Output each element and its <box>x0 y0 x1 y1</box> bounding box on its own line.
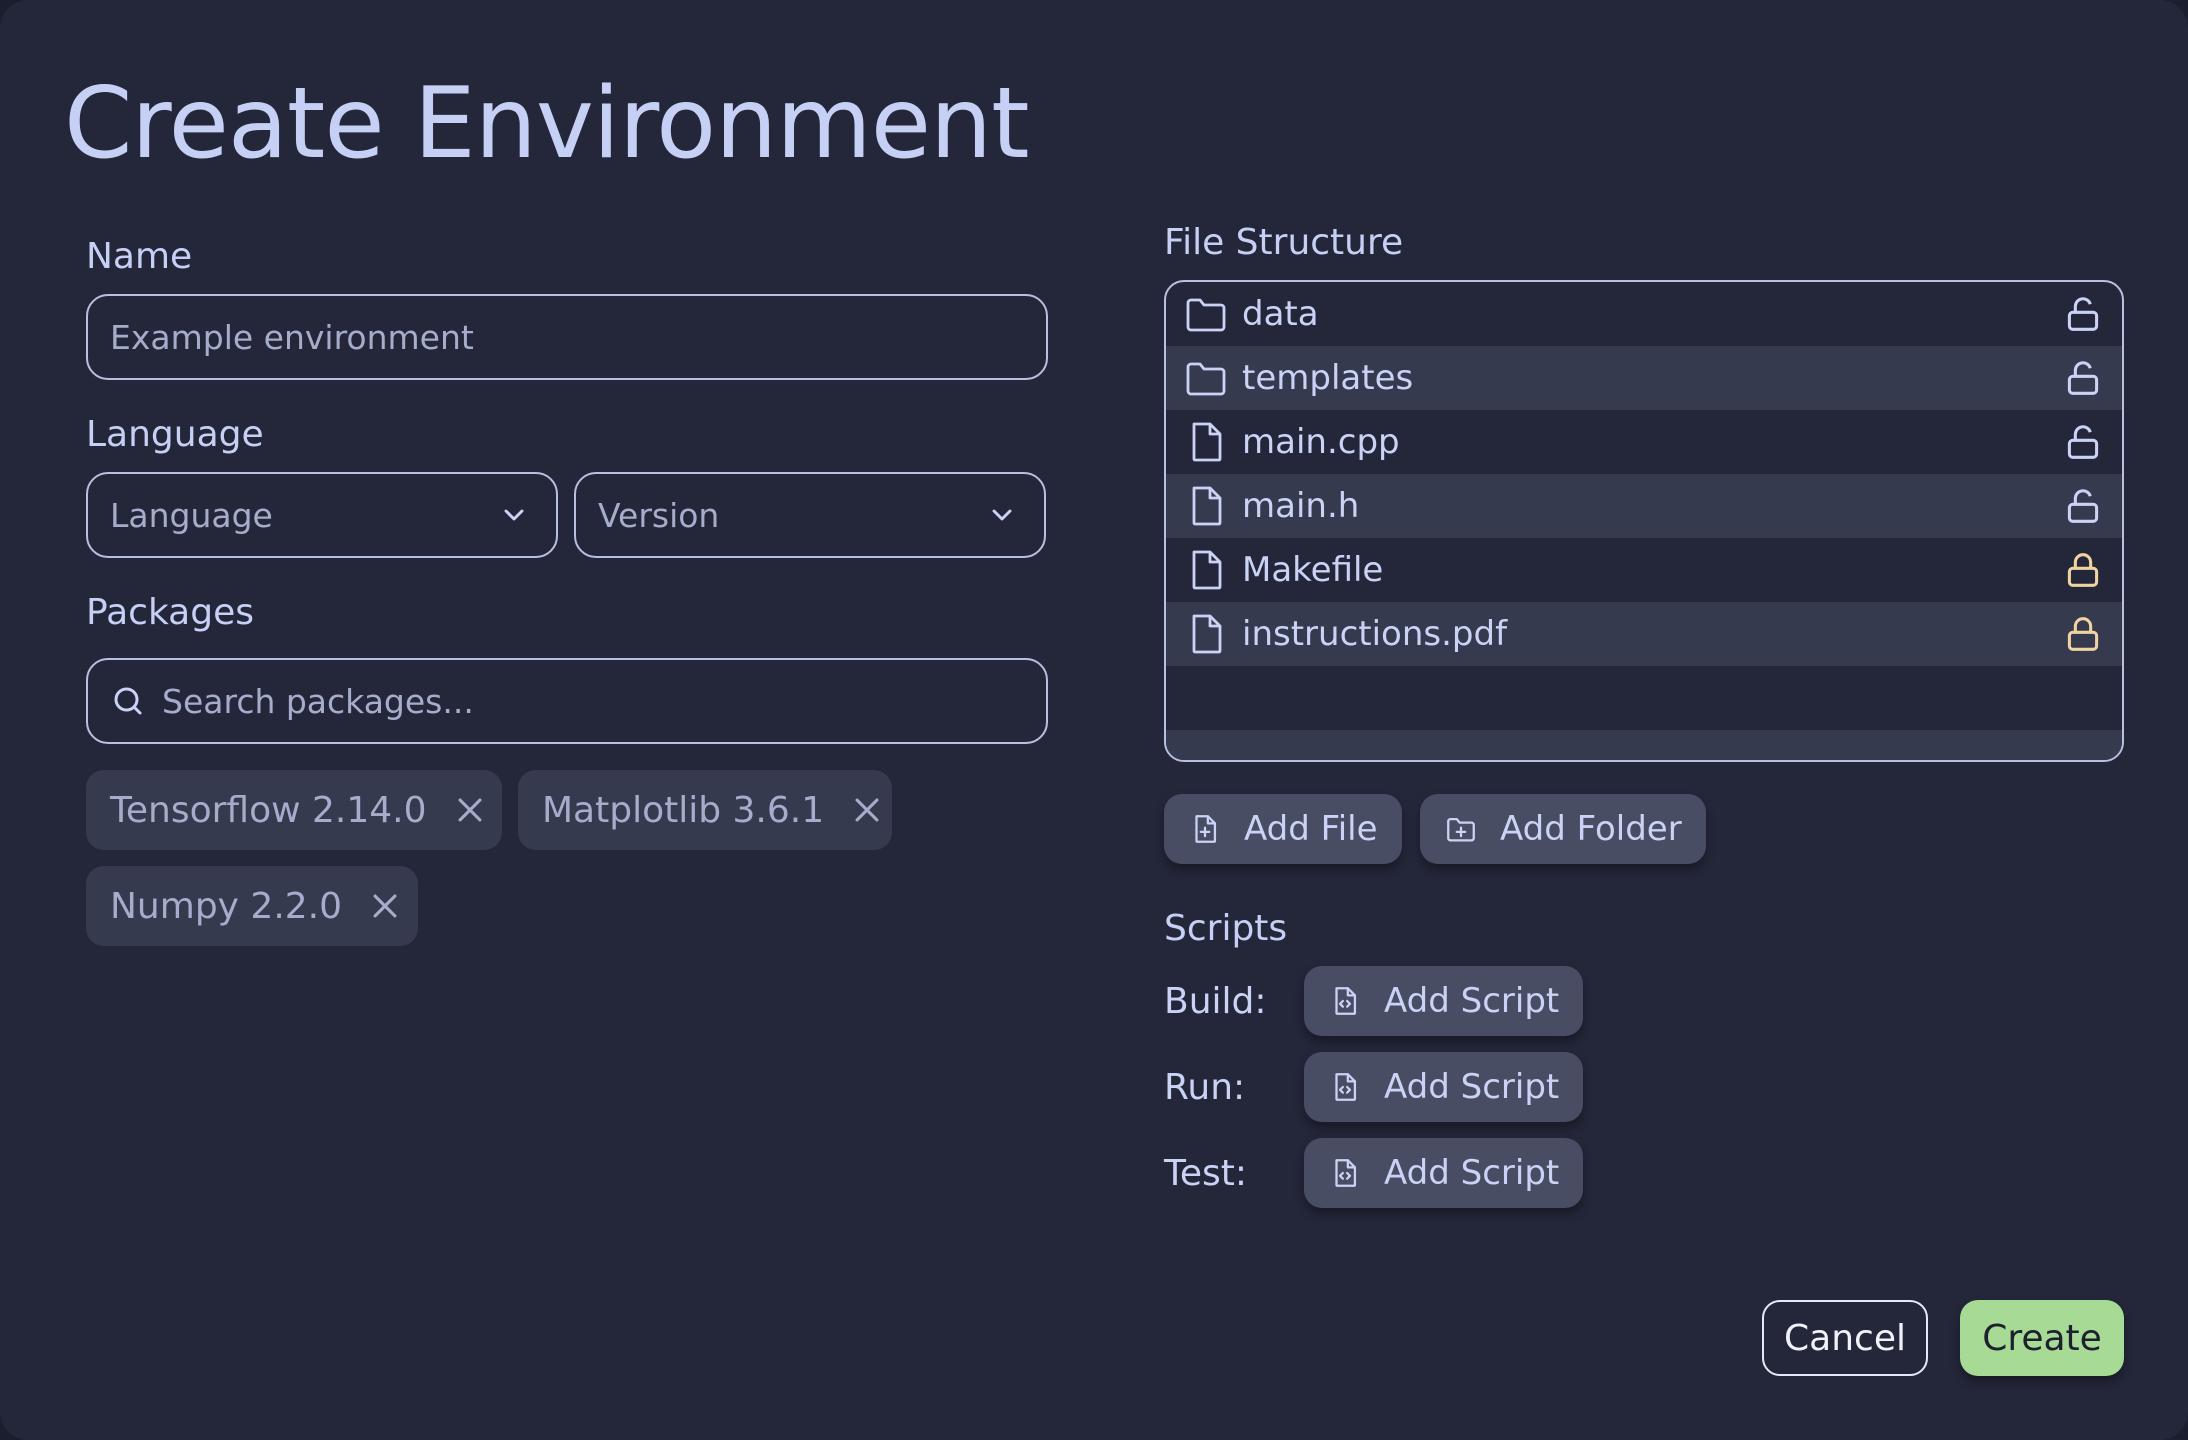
add-script-label: Add Script <box>1384 981 1560 1021</box>
file-code-icon <box>1335 987 1357 1015</box>
add-folder-label: Add Folder <box>1500 809 1682 849</box>
file-icon <box>1192 614 1222 654</box>
file-icon <box>1192 550 1222 590</box>
close-icon[interactable] <box>368 889 402 923</box>
add-script-label: Add Script <box>1384 1153 1560 1193</box>
packages-search-field[interactable] <box>86 658 1048 744</box>
file-tree-item-name: instructions.pdf <box>1242 614 1508 654</box>
language-select[interactable]: Language <box>86 472 558 558</box>
folder-icon <box>1186 298 1226 332</box>
file-tree-row[interactable]: templates <box>1166 346 2122 410</box>
name-input[interactable] <box>110 317 1024 357</box>
unlock-icon[interactable] <box>2066 295 2100 333</box>
dialog-title: Create Environment <box>64 67 1030 181</box>
file-tree-empty-row <box>1166 730 2122 760</box>
cancel-button[interactable]: Cancel <box>1762 1300 1928 1376</box>
lock-icon[interactable] <box>2066 615 2100 653</box>
package-chip: Tensorflow 2.14.0 <box>86 770 502 850</box>
file-code-icon <box>1335 1073 1357 1101</box>
script-row-label: Run: <box>1164 1067 1246 1108</box>
unlock-icon[interactable] <box>2066 359 2100 397</box>
chevron-down-icon <box>992 509 1012 521</box>
package-chip-label: Matplotlib 3.6.1 <box>542 789 825 831</box>
file-tree-empty-row <box>1166 666 2122 730</box>
file-structure-label: File Structure <box>1164 222 1404 263</box>
file-tree-item-name: main.h <box>1242 486 1360 526</box>
file-tree-item-name: main.cpp <box>1242 422 1400 462</box>
file-tree-row[interactable]: instructions.pdf <box>1166 602 2122 666</box>
package-chip-label: Tensorflow 2.14.0 <box>110 789 427 831</box>
file-tree-row[interactable]: Makefile <box>1166 538 2122 602</box>
file-tree-row[interactable]: main.cpp <box>1166 410 2122 474</box>
version-select-value: Version <box>598 495 720 535</box>
file-icon <box>1192 486 1222 526</box>
add-build-script-button[interactable]: Add Script <box>1304 966 1584 1036</box>
close-icon[interactable] <box>453 793 487 827</box>
file-plus-icon <box>1195 815 1217 843</box>
name-field[interactable] <box>86 294 1048 380</box>
file-tree-item-name: Makefile <box>1242 550 1384 590</box>
package-chip-label: Numpy 2.2.0 <box>110 885 343 927</box>
package-chip: Numpy 2.2.0 <box>86 866 418 946</box>
file-tree-item-name: data <box>1242 294 1319 334</box>
file-tree: data templates main.cpp main.h Makefile … <box>1164 280 2124 762</box>
unlock-icon[interactable] <box>2066 487 2100 525</box>
add-run-script-button[interactable]: Add Script <box>1304 1052 1584 1122</box>
language-select-value: Language <box>110 495 273 535</box>
file-code-icon <box>1335 1159 1357 1187</box>
language-label: Language <box>86 414 264 455</box>
lock-icon[interactable] <box>2066 551 2100 589</box>
add-test-script-button[interactable]: Add Script <box>1304 1138 1584 1208</box>
packages-label: Packages <box>86 592 254 633</box>
folder-icon <box>1186 362 1226 396</box>
add-file-button[interactable]: Add File <box>1164 794 1402 864</box>
add-script-label: Add Script <box>1384 1067 1560 1107</box>
folder-plus-icon <box>1447 817 1475 842</box>
name-label: Name <box>86 236 193 277</box>
chevron-down-icon <box>504 509 524 521</box>
packages-search-input[interactable] <box>162 681 1024 721</box>
file-tree-row[interactable]: data <box>1166 282 2122 346</box>
close-icon[interactable] <box>850 793 884 827</box>
script-row-label: Build: <box>1164 981 1267 1022</box>
create-button[interactable]: Create <box>1960 1300 2124 1376</box>
add-file-label: Add File <box>1244 809 1378 849</box>
scripts-label: Scripts <box>1164 908 1288 949</box>
file-tree-row[interactable]: main.h <box>1166 474 2122 538</box>
add-folder-button[interactable]: Add Folder <box>1420 794 1706 864</box>
unlock-icon[interactable] <box>2066 423 2100 461</box>
file-icon <box>1192 422 1222 462</box>
script-row-label: Test: <box>1164 1153 1248 1194</box>
create-environment-dialog: Create Environment Name Language Languag… <box>0 0 2188 1440</box>
version-select[interactable]: Version <box>574 472 1046 558</box>
search-icon <box>114 687 142 715</box>
package-chip: Matplotlib 3.6.1 <box>518 770 892 850</box>
file-tree-item-name: templates <box>1242 358 1414 398</box>
